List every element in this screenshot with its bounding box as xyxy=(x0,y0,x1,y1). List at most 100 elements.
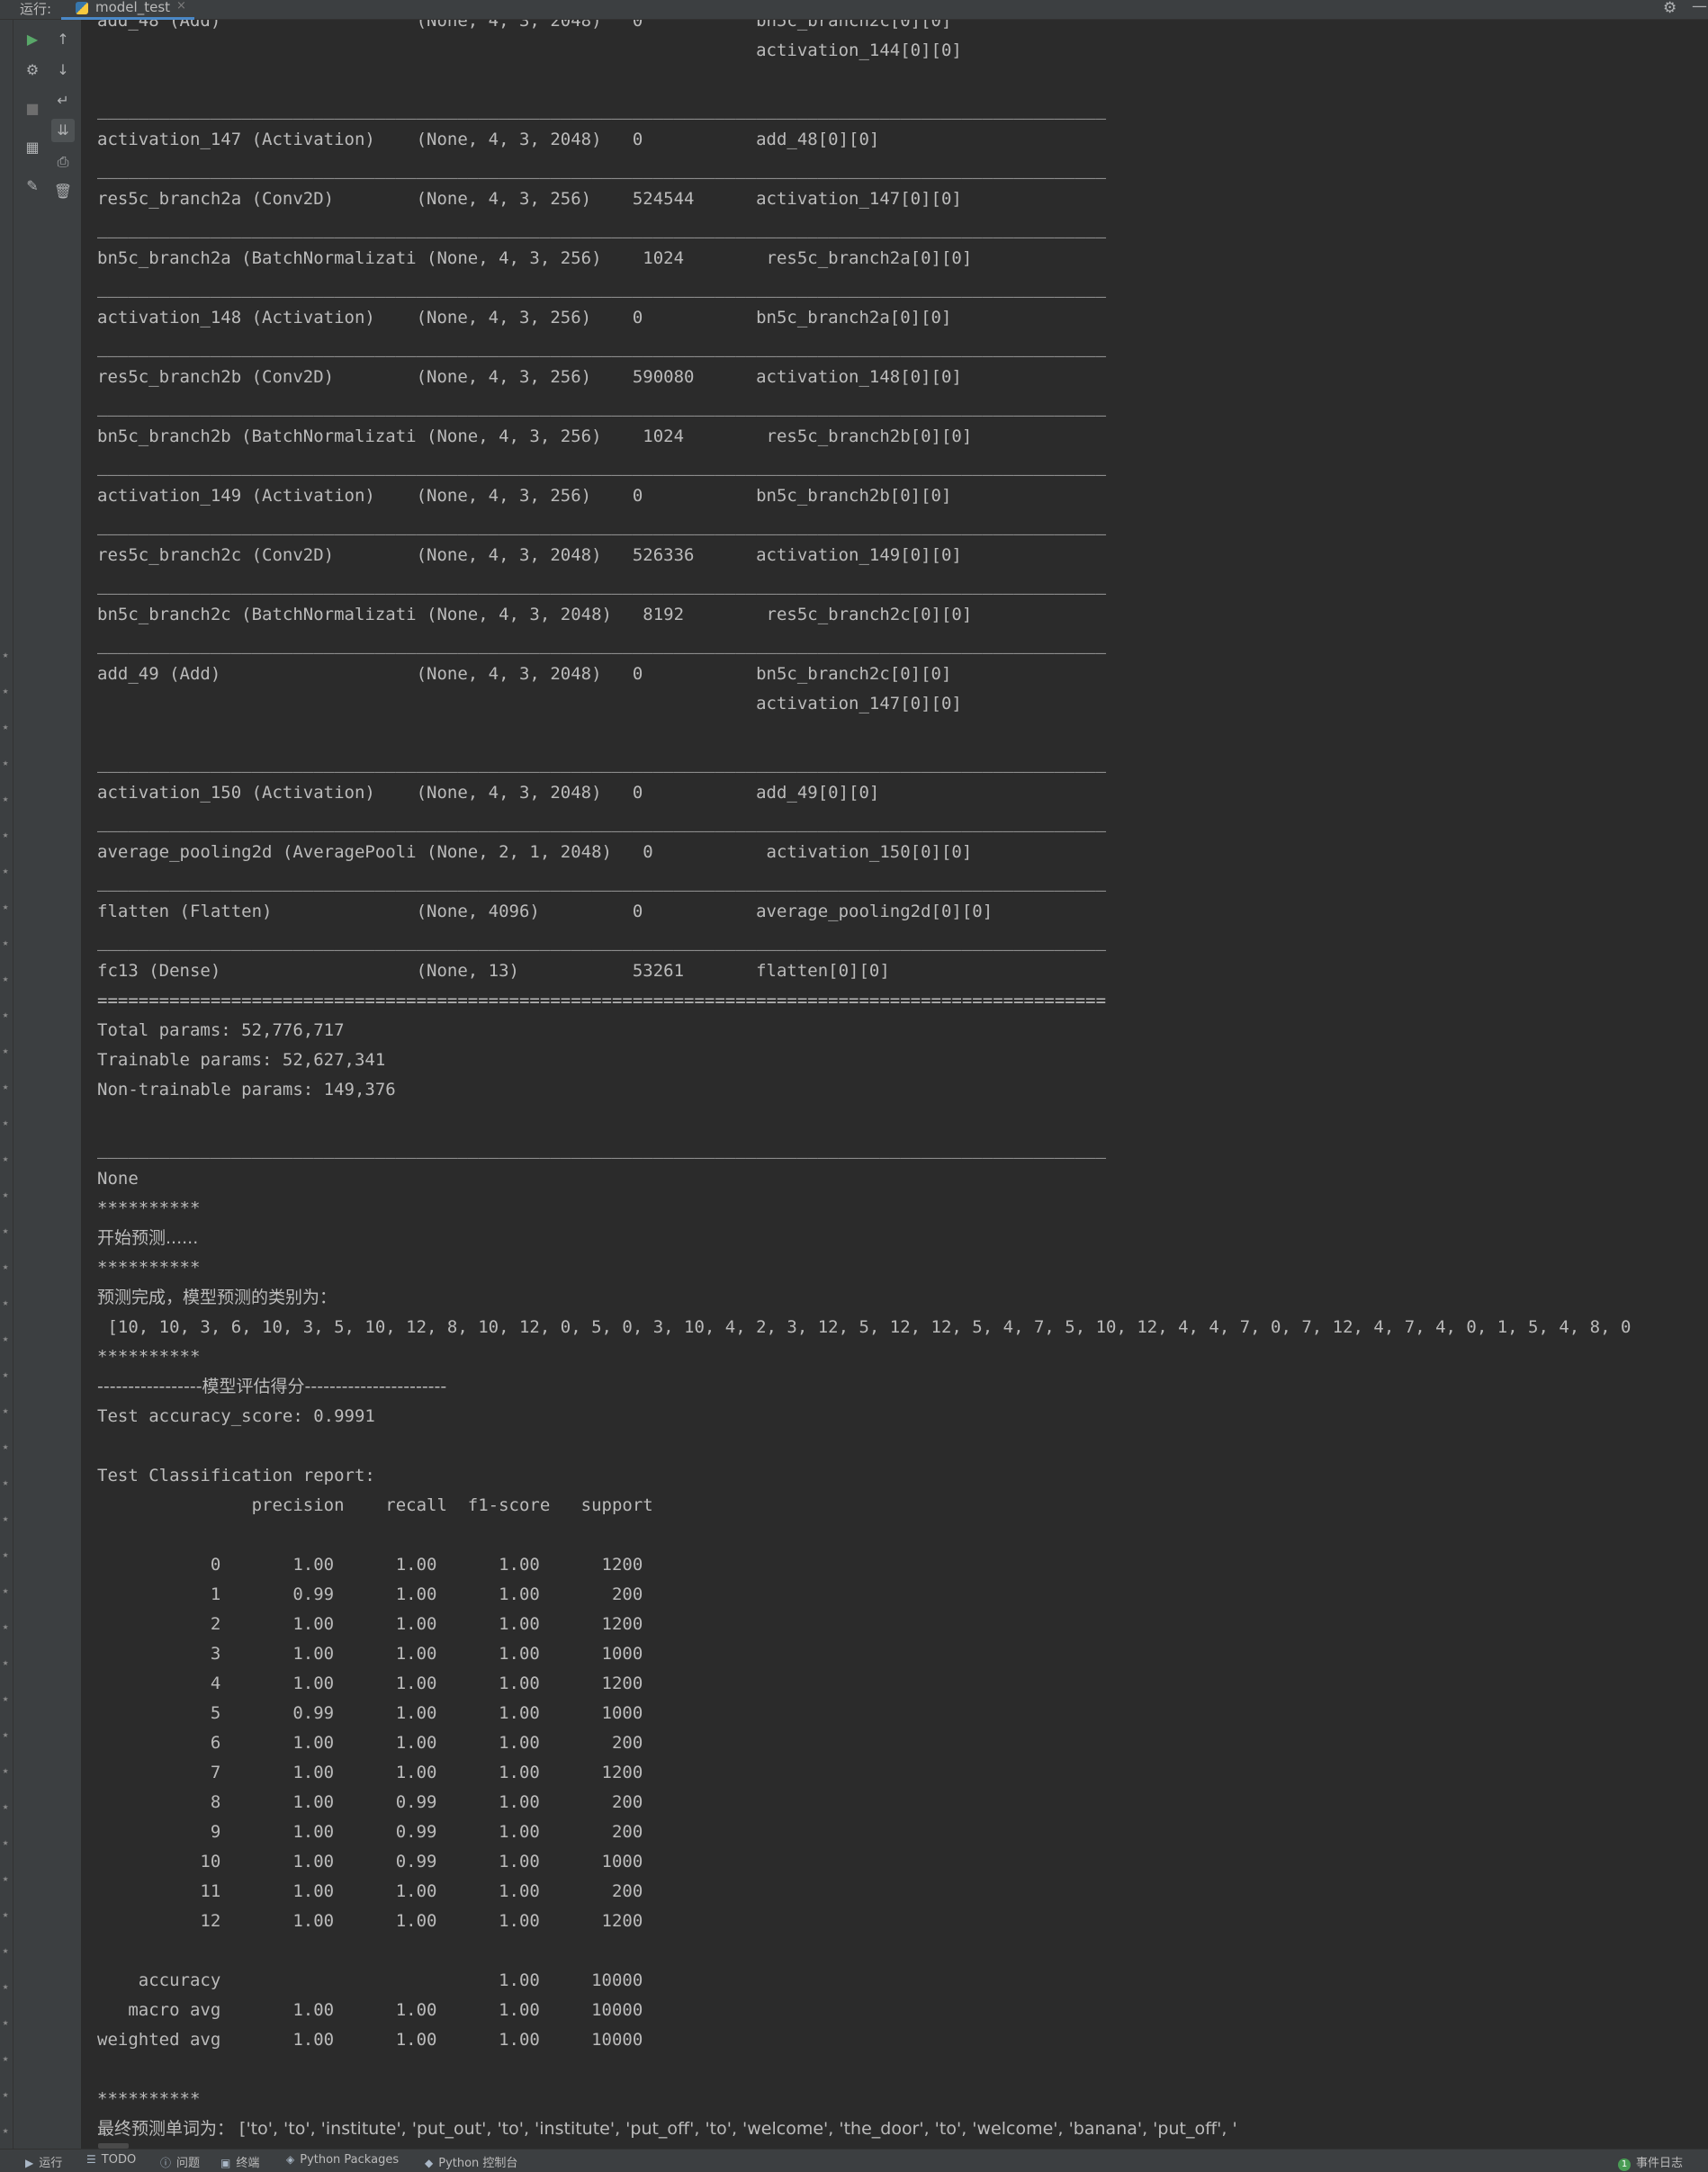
favorites-star-icon: ★ xyxy=(2,2124,9,2136)
scroll-to-end-icon[interactable]: ⇊ xyxy=(51,119,75,142)
console-line: accuracy 1.00 10000 xyxy=(97,1970,643,1990)
soft-wrap-icon[interactable]: ↵ xyxy=(51,89,75,112)
favorites-star-icon: ★ xyxy=(2,1728,9,1740)
event-count-badge: 1 xyxy=(1618,2159,1631,2171)
favorites-star-icon: ★ xyxy=(2,2016,9,2028)
console-line: res5c_branch2c (Conv2D) (None, 4, 3, 204… xyxy=(97,545,962,565)
console-line: ********** xyxy=(97,2089,201,2109)
console-line: 3 1.00 1.00 1.00 1000 xyxy=(97,1644,643,1664)
down-arrow-icon[interactable]: ↓ xyxy=(51,58,75,82)
console-line: ________________________________________… xyxy=(97,397,1107,417)
event-log-tab-label: 事件日志 xyxy=(1636,2157,1684,2170)
console-line: 6 1.00 1.00 1.00 200 xyxy=(97,1733,643,1753)
favorites-star-icon: ★ xyxy=(2,901,9,912)
console-line: ________________________________________… xyxy=(97,516,1107,535)
favorites-star-icon: ★ xyxy=(2,721,9,732)
console-line: 9 1.00 0.99 1.00 200 xyxy=(97,1822,643,1842)
console-line: ________________________________________… xyxy=(97,278,1107,298)
console-line: activation_150 (Activation) (None, 4, 3,… xyxy=(97,783,880,803)
bottom-tool-window-bar: ▶ 运行 ☰ TODO ⓘ 问题 ▣ 终端 ◈ Python Packages ◆ Pyth… xyxy=(0,2149,1708,2172)
problems-tab[interactable]: ⓘ 问题 xyxy=(160,2153,200,2170)
up-arrow-icon[interactable]: ↑ xyxy=(51,28,75,51)
console-line: 最终预测单词为： ['to', 'to', 'institute', 'put_… xyxy=(97,2119,1237,2139)
favorites-star-icon: ★ xyxy=(2,1369,9,1380)
console-line: Total params: 52,776,717 xyxy=(97,1020,345,1040)
favorites-star-icon: ★ xyxy=(2,1189,9,1200)
console-line: res5c_branch2a (Conv2D) (None, 4, 3, 256… xyxy=(97,189,962,209)
console-line: activation_144[0][0] xyxy=(97,40,962,60)
favorites-star-icon: ★ xyxy=(2,937,9,948)
python-console-tab[interactable]: ◆ Python 控制台 xyxy=(425,2153,517,2170)
console-line: ________________________________________… xyxy=(97,753,1107,773)
favorites-star-icon: ★ xyxy=(2,865,9,876)
favorites-star-icon: ★ xyxy=(2,1476,9,1488)
run-icon: ▶ xyxy=(25,2157,34,2169)
print-glyph: ⎙ xyxy=(57,153,69,170)
console-output[interactable]: add_48 (Add) (None, 4, 3, 2048) 0 bn5c_b… xyxy=(82,20,1708,2149)
favorites-star-icon: ★ xyxy=(2,793,9,804)
rerun-glyph: ▶ xyxy=(26,31,39,48)
tab-model-test[interactable]: model_test × xyxy=(61,0,194,20)
favorites-star-icon: ★ xyxy=(2,1548,9,1560)
favorites-star-icon: ★ xyxy=(2,1944,9,1956)
console-line: ________________________________________… xyxy=(97,872,1107,892)
favorites-star-icon: ★ xyxy=(2,1405,9,1416)
favorites-star-icon: ★ xyxy=(2,2052,9,2064)
layout-icon[interactable]: ▦ xyxy=(21,136,44,159)
close-tab-icon[interactable]: × xyxy=(176,0,186,13)
stop-icon[interactable]: ■ xyxy=(21,97,44,121)
console-line: activation_147 (Activation) (None, 4, 3,… xyxy=(97,130,880,149)
wrench-icon[interactable]: ⚙ xyxy=(21,58,44,82)
pin-glyph: ✎ xyxy=(26,177,39,194)
console-line: 8 1.00 0.99 1.00 200 xyxy=(97,1792,643,1812)
favorites-star-icon: ★ xyxy=(2,1009,9,1020)
favorites-star-icon: ★ xyxy=(2,1045,9,1056)
favorites-star-icon: ★ xyxy=(2,1261,9,1272)
console-line: bn5c_branch2b (BatchNormalizati (None, 4… xyxy=(97,426,973,446)
favorites-star-icon: ★ xyxy=(2,649,9,660)
favorites-star-icon: ★ xyxy=(2,1225,9,1236)
console-line: ________________________________________… xyxy=(97,634,1107,654)
favorites-star-icon: ★ xyxy=(2,1297,9,1308)
todo-tab-label: TODO xyxy=(101,2153,137,2167)
console-line: ********** xyxy=(97,1347,201,1367)
console-line: ________________________________________… xyxy=(97,337,1107,357)
console-line: add_49 (Add) (None, 4, 3, 2048) 0 bn5c_b… xyxy=(97,664,952,684)
favorites-star-icon: ★ xyxy=(2,973,9,984)
console-line: Test accuracy_score: 0.9991 xyxy=(97,1406,375,1426)
soft-wrap-glyph: ↵ xyxy=(57,92,69,109)
favorites-star-icon: ★ xyxy=(2,1764,9,1776)
todo-tab[interactable]: ☰ TODO xyxy=(86,2153,136,2167)
trash-icon[interactable]: 🗑 xyxy=(51,180,75,203)
tab-label: model_test xyxy=(95,0,171,15)
run-tab[interactable]: ▶ 运行 xyxy=(25,2153,62,2170)
favorites-star-icon: ★ xyxy=(2,1512,9,1524)
console-line: ________________________________________… xyxy=(97,931,1107,951)
console-line: precision recall f1-score support xyxy=(97,1495,653,1515)
hide-panel-icon[interactable]: — xyxy=(1692,0,1707,15)
python-console-icon: ◆ xyxy=(425,2157,434,2169)
pin-icon[interactable]: ✎ xyxy=(21,175,44,198)
python-packages-tab[interactable]: ◈ Python Packages xyxy=(286,2153,399,2167)
favorites-star-icon: ★ xyxy=(2,1620,9,1632)
console-line: average_pooling2d (AveragePooli (None, 2… xyxy=(97,842,973,862)
favorites-star-icon: ★ xyxy=(2,1081,9,1092)
python-console-tab-label: Python 控制台 xyxy=(438,2157,518,2170)
console-line: None xyxy=(97,1169,139,1189)
favorites-star-icon: ★ xyxy=(2,1656,9,1668)
terminal-icon: ▣ xyxy=(220,2157,231,2169)
console-line: [10, 10, 3, 6, 10, 3, 5, 10, 12, 8, 10, … xyxy=(97,1317,1632,1337)
favorites-star-icon: ★ xyxy=(2,1584,9,1596)
left-edge-strip: ★ ★ ★ ★ ★ ★ ★ ★ ★ ★ ★ ★ ★ ★ ★ ★ ★ ★ ★ ★ ★ ★ ★ ★ ★ ★ ★ ★ ★ ★ ★ ★ ★ ★ ★ ★ ★ ★ ★ ★… xyxy=(0,20,13,2149)
rerun-icon[interactable]: ▶ xyxy=(21,28,44,51)
terminal-tab[interactable]: ▣ 终端 xyxy=(220,2153,259,2170)
favorites-star-icon: ★ xyxy=(2,1153,9,1164)
favorites-star-icon: ★ xyxy=(2,1333,9,1344)
console-line: 7 1.00 1.00 1.00 1200 xyxy=(97,1763,643,1782)
favorites-star-icon: ★ xyxy=(2,1117,9,1128)
event-log-tab[interactable]: 1 事件日志 xyxy=(1618,2153,1683,2171)
settings-gear-icon[interactable]: ⚙ xyxy=(1663,0,1677,17)
print-icon[interactable]: ⎙ xyxy=(51,150,75,174)
run-toolbar: ▶ ↑ ⚙ ↓ ■ ↵ ⇊ ▦ ⎙ ✎ 🗑 xyxy=(13,20,82,2149)
info-icon: ⓘ xyxy=(160,2157,172,2169)
